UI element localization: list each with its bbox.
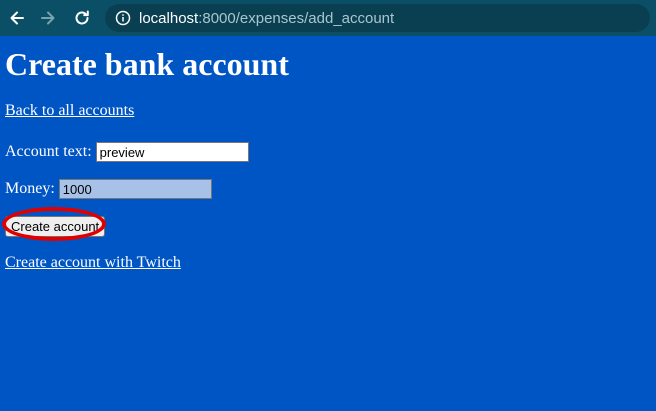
back-to-accounts-link[interactable]: Back to all accounts bbox=[5, 102, 134, 120]
info-icon[interactable] bbox=[115, 10, 131, 26]
address-bar[interactable]: localhost:8000/expenses/add_account bbox=[105, 4, 650, 32]
page-title: Create bank account bbox=[5, 46, 289, 82]
back-button[interactable] bbox=[6, 7, 28, 29]
money-row: Money: bbox=[5, 179, 212, 199]
arrow-right-icon bbox=[41, 11, 55, 25]
money-input[interactable] bbox=[58, 179, 212, 199]
browser-toolbar: localhost:8000/expenses/add_account bbox=[0, 0, 656, 36]
arrow-left-icon bbox=[10, 11, 24, 25]
account-text-row: Account text: bbox=[5, 142, 249, 162]
url-path: :8000/expenses/add_account bbox=[198, 9, 395, 27]
reload-button[interactable] bbox=[71, 7, 93, 29]
create-account-button[interactable]: Create account bbox=[5, 216, 106, 237]
account-text-label: Account text: bbox=[5, 143, 92, 160]
forward-button[interactable] bbox=[37, 7, 59, 29]
account-text-input[interactable] bbox=[95, 142, 249, 162]
submit-wrap: Create account bbox=[2, 207, 106, 241]
reload-icon bbox=[75, 10, 89, 25]
money-label: Money: bbox=[5, 180, 55, 197]
url-text: localhost:8000/expenses/add_account bbox=[139, 10, 394, 27]
create-account-with-twitch-link[interactable]: Create account with Twitch bbox=[5, 254, 181, 272]
url-host: localhost bbox=[139, 9, 199, 27]
